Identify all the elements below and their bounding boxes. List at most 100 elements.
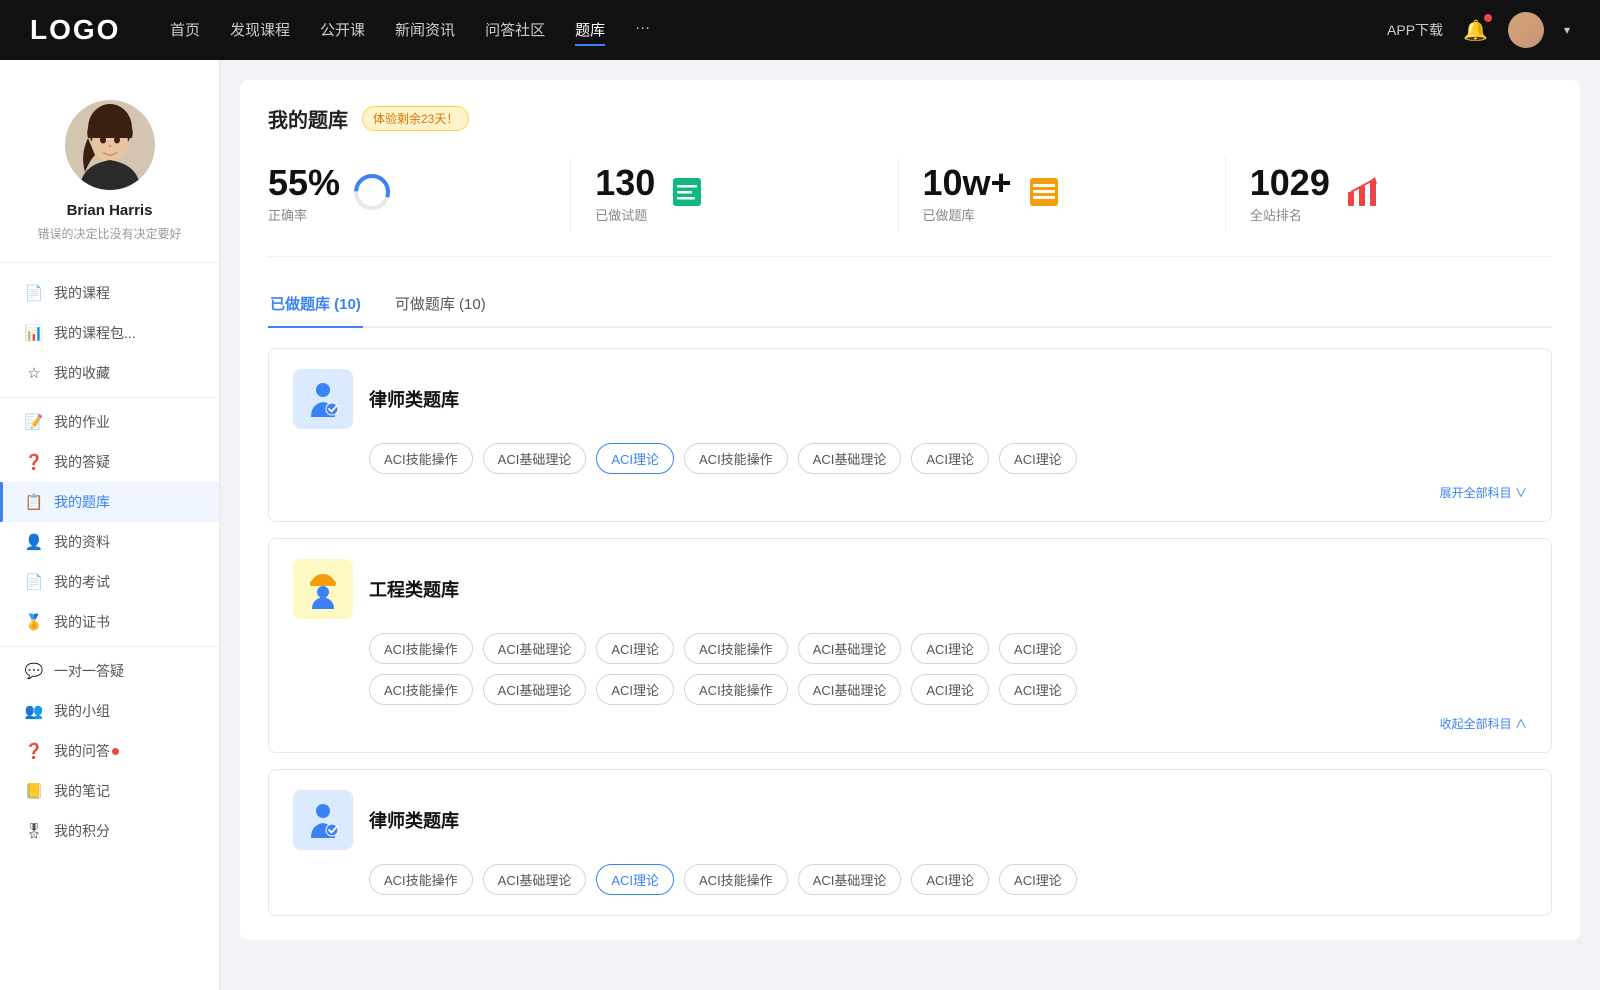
tag-2-10[interactable]: ACI技能操作 bbox=[684, 674, 788, 705]
sidebar-item-homework[interactable]: 📝 我的作业 bbox=[0, 402, 219, 442]
expand-button-1[interactable]: 展开全部科目 ∨ bbox=[1440, 484, 1527, 501]
notification-bell-icon[interactable]: 🔔 bbox=[1463, 18, 1488, 43]
tag-1-0[interactable]: ACI技能操作 bbox=[369, 443, 473, 474]
navbar-right: APP下载 🔔 ▾ bbox=[1387, 12, 1570, 48]
tab-done[interactable]: 已做题库 (10) bbox=[268, 285, 363, 326]
accuracy-chart-icon bbox=[352, 172, 392, 217]
questions-icon: ❓ bbox=[24, 452, 44, 472]
tag-2-0[interactable]: ACI技能操作 bbox=[369, 633, 473, 664]
certificate-icon: 🏅 bbox=[24, 612, 44, 632]
tag-3-1[interactable]: ACI基础理论 bbox=[483, 864, 587, 895]
nav-qa[interactable]: 问答社区 bbox=[485, 15, 545, 46]
sidebar-item-questions[interactable]: ❓ 我的答疑 bbox=[0, 442, 219, 482]
sidebar-item-my-qa[interactable]: ❓ 我的问答 bbox=[0, 731, 219, 771]
user-menu-chevron-icon[interactable]: ▾ bbox=[1564, 23, 1570, 37]
stat-rank: 1029 全站排名 bbox=[1226, 157, 1552, 232]
nav-news[interactable]: 新闻资讯 bbox=[395, 15, 455, 46]
qbank-tags-2b: ACI技能操作 ACI基础理论 ACI理论 ACI技能操作 ACI基础理论 AC… bbox=[293, 674, 1527, 705]
stat-questions: 130 已做试题 bbox=[571, 157, 898, 232]
tag-2-9[interactable]: ACI理论 bbox=[596, 674, 674, 705]
tag-2-12[interactable]: ACI理论 bbox=[911, 674, 989, 705]
sidebar-item-course-package[interactable]: 📊 我的课程包... bbox=[0, 313, 219, 353]
course-icon: 📄 bbox=[24, 283, 44, 303]
qbank-item-lawyer-1: 律师类题库 ACI技能操作 ACI基础理论 ACI理论 ACI技能操作 ACI基… bbox=[268, 348, 1552, 522]
main-content: 我的题库 体验剩余23天！ 55% 正确率 bbox=[220, 60, 1600, 990]
sidebar-item-qbank[interactable]: 📋 我的题库 bbox=[0, 482, 219, 522]
sidebar-item-one-on-one[interactable]: 💬 一对一答疑 bbox=[0, 651, 219, 691]
stat-accuracy-value: 55% 正确率 bbox=[268, 165, 340, 224]
questions-icon bbox=[667, 172, 707, 217]
avatar bbox=[65, 100, 155, 190]
qbank-tags-2: ACI技能操作 ACI基础理论 ACI理论 ACI技能操作 ACI基础理论 AC… bbox=[293, 633, 1527, 664]
stat-accuracy: 55% 正确率 bbox=[268, 157, 571, 232]
nav-home[interactable]: 首页 bbox=[170, 15, 200, 46]
tag-3-5[interactable]: ACI理论 bbox=[911, 864, 989, 895]
qbank-header-3: 律师类题库 bbox=[293, 790, 1527, 850]
tag-1-1[interactable]: ACI基础理论 bbox=[483, 443, 587, 474]
sidebar-item-course[interactable]: 📄 我的课程 bbox=[0, 273, 219, 313]
navbar: LOGO 首页 发现课程 公开课 新闻资讯 问答社区 题库 ··· APP下载 … bbox=[0, 0, 1600, 60]
tag-3-3[interactable]: ACI技能操作 bbox=[684, 864, 788, 895]
rank-number: 1029 bbox=[1250, 165, 1330, 201]
stat-rank-value: 1029 全站排名 bbox=[1250, 165, 1330, 224]
tag-1-2[interactable]: ACI理论 bbox=[596, 443, 674, 474]
lawyer-icon-1 bbox=[293, 369, 353, 429]
tag-3-0[interactable]: ACI技能操作 bbox=[369, 864, 473, 895]
app-download-link[interactable]: APP下载 bbox=[1387, 20, 1443, 40]
qbank-footer-1: 展开全部科目 ∨ bbox=[293, 484, 1527, 501]
logo: LOGO bbox=[30, 14, 130, 46]
qbank-tags-3: ACI技能操作 ACI基础理论 ACI理论 ACI技能操作 ACI基础理论 AC… bbox=[293, 864, 1527, 895]
sidebar-item-group[interactable]: 👥 我的小组 bbox=[0, 691, 219, 731]
qbank-header-1: 律师类题库 bbox=[293, 369, 1527, 429]
nav-discover[interactable]: 发现课程 bbox=[230, 15, 290, 46]
tag-2-6[interactable]: ACI理论 bbox=[999, 633, 1077, 664]
homework-icon: 📝 bbox=[24, 412, 44, 432]
accuracy-label: 正确率 bbox=[268, 205, 340, 224]
sidebar-item-exam[interactable]: 📄 我的考试 bbox=[0, 562, 219, 602]
sidebar-item-notes[interactable]: 📒 我的笔记 bbox=[0, 771, 219, 811]
tag-3-4[interactable]: ACI基础理论 bbox=[798, 864, 902, 895]
lawyer-icon-2 bbox=[293, 790, 353, 850]
user-avatar-nav[interactable] bbox=[1508, 12, 1544, 48]
course-package-icon: 📊 bbox=[24, 323, 44, 343]
tag-2-4[interactable]: ACI基础理论 bbox=[798, 633, 902, 664]
banks-number: 10w+ bbox=[923, 165, 1012, 201]
qbank-tags-1: ACI技能操作 ACI基础理论 ACI理论 ACI技能操作 ACI基础理论 AC… bbox=[293, 443, 1527, 474]
qbank-header-2: 工程类题库 bbox=[293, 559, 1527, 619]
tab-available[interactable]: 可做题库 (10) bbox=[393, 285, 488, 326]
tag-2-13[interactable]: ACI理论 bbox=[999, 674, 1077, 705]
sidebar-item-profile[interactable]: 👤 我的资料 bbox=[0, 522, 219, 562]
tag-2-8[interactable]: ACI基础理论 bbox=[483, 674, 587, 705]
notes-icon: 📒 bbox=[24, 781, 44, 801]
tag-1-3[interactable]: ACI技能操作 bbox=[684, 443, 788, 474]
content-card: 我的题库 体验剩余23天！ 55% 正确率 bbox=[240, 80, 1580, 940]
tag-2-2[interactable]: ACI理论 bbox=[596, 633, 674, 664]
questions-number: 130 bbox=[595, 165, 655, 201]
tag-2-1[interactable]: ACI基础理论 bbox=[483, 633, 587, 664]
nav-more[interactable]: ··· bbox=[635, 15, 650, 46]
sidebar-item-points[interactable]: 🎖 我的积分 bbox=[0, 811, 219, 851]
sidebar-divider-1 bbox=[0, 397, 219, 398]
tag-3-2[interactable]: ACI理论 bbox=[596, 864, 674, 895]
tag-1-6[interactable]: ACI理论 bbox=[999, 443, 1077, 474]
rank-icon bbox=[1342, 172, 1382, 217]
sidebar: Brian Harris 错误的决定比没有决定要好 📄 我的课程 📊 我的课程包… bbox=[0, 60, 220, 990]
tag-2-3[interactable]: ACI技能操作 bbox=[684, 633, 788, 664]
qbank-item-lawyer-2: 律师类题库 ACI技能操作 ACI基础理论 ACI理论 ACI技能操作 ACI基… bbox=[268, 769, 1552, 916]
tag-1-4[interactable]: ACI基础理论 bbox=[798, 443, 902, 474]
sidebar-item-favorites[interactable]: ☆ 我的收藏 bbox=[0, 353, 219, 393]
tag-2-5[interactable]: ACI理论 bbox=[911, 633, 989, 664]
tag-2-7[interactable]: ACI技能操作 bbox=[369, 674, 473, 705]
main-layout: Brian Harris 错误的决定比没有决定要好 📄 我的课程 📊 我的课程包… bbox=[0, 60, 1600, 990]
page-header: 我的题库 体验剩余23天！ bbox=[268, 104, 1552, 133]
stat-questions-value: 130 已做试题 bbox=[595, 165, 655, 224]
collapse-button[interactable]: 收起全部科目 ∧ bbox=[1440, 715, 1527, 732]
sidebar-item-certificate[interactable]: 🏅 我的证书 bbox=[0, 602, 219, 642]
nav-open-course[interactable]: 公开课 bbox=[320, 15, 365, 46]
qbank-footer-2: 收起全部科目 ∧ bbox=[293, 715, 1527, 732]
tag-1-5[interactable]: ACI理论 bbox=[911, 443, 989, 474]
tag-3-6[interactable]: ACI理论 bbox=[999, 864, 1077, 895]
tag-2-11[interactable]: ACI基础理论 bbox=[798, 674, 902, 705]
nav-qbank[interactable]: 题库 bbox=[575, 15, 605, 46]
notification-badge bbox=[1484, 14, 1492, 22]
